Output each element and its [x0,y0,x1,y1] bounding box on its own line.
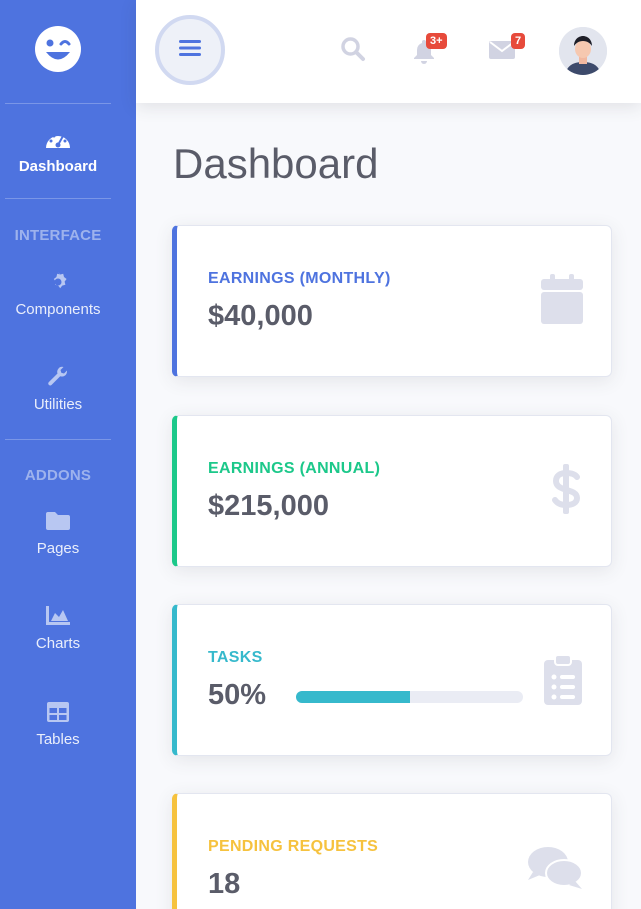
sidebar-item-label: Tables [36,731,80,748]
card-tasks: TASKS 50% [172,604,612,756]
comments-icon [527,846,583,895]
topbar: 3+ 7 [136,0,641,103]
sidebar-item-label: Pages [36,540,80,557]
sidebar-item-components[interactable]: Components [0,271,116,318]
sidebar-divider [5,198,111,199]
card-label: EARNINGS (MONTHLY) [208,270,391,287]
cog-icon [46,271,70,293]
sidebar-heading-addons: ADDONS [24,467,92,484]
card-value: 18 [208,868,241,900]
sidebar-item-tables[interactable]: Tables [0,701,116,748]
sidebar-divider [5,103,111,104]
wrench-icon [46,366,70,388]
sidebar-item-label: Utilities [33,396,83,413]
bars-icon [179,39,201,62]
card-label: TASKS [208,649,263,666]
messages-count-badge: 7 [511,33,526,49]
card-label: PENDING REQUESTS [208,838,379,855]
card-value: $215,000 [208,490,329,522]
sidebar: Dashboard INTERFACE Components Utilities… [0,0,136,909]
sidebar-item-label: Dashboard [18,158,98,175]
sidebar-item-charts[interactable]: Charts [0,605,116,652]
card-pending-requests: PENDING REQUESTS 18 [172,793,612,909]
calendar-icon [541,274,583,329]
tasks-progress-fill [296,691,410,703]
page-title: Dashboard [173,140,379,187]
card-label: EARNINGS (ANNUAL) [208,460,381,477]
envelope-icon [489,41,515,64]
sidebar-divider [5,439,111,440]
alerts-count-badge: 3+ [426,33,447,49]
sidebar-heading-interface: INTERFACE [14,227,102,244]
card-earnings-annual: EARNINGS (ANNUAL) $215,000 [172,415,612,567]
sidebar-brand[interactable] [0,0,116,102]
clipboard-list-icon [544,654,582,710]
chart-area-icon [45,605,71,627]
card-value: 50% [208,679,267,711]
tachometer-icon [44,128,72,150]
card-earnings-monthly: EARNINGS (MONTHLY) $40,000 [172,225,612,377]
table-icon [46,701,70,723]
bell-icon [412,40,436,68]
tasks-progress-bar [296,691,523,703]
folder-icon [45,510,71,532]
laugh-wink-icon [34,25,82,78]
user-avatar[interactable] [559,27,607,75]
alerts-dropdown[interactable]: 3+ [412,33,447,69]
sidebar-item-pages[interactable]: Pages [0,510,116,557]
sidebar-toggle-button[interactable] [155,15,225,85]
sidebar-item-utilities[interactable]: Utilities [0,366,116,413]
messages-dropdown[interactable]: 7 [489,33,526,65]
card-value: $40,000 [208,300,313,332]
sidebar-item-label: Charts [35,635,81,652]
dollar-icon [551,464,581,519]
search-icon[interactable] [340,36,366,67]
sidebar-item-label: Components [15,301,101,318]
sidebar-item-dashboard[interactable]: Dashboard [0,128,116,175]
